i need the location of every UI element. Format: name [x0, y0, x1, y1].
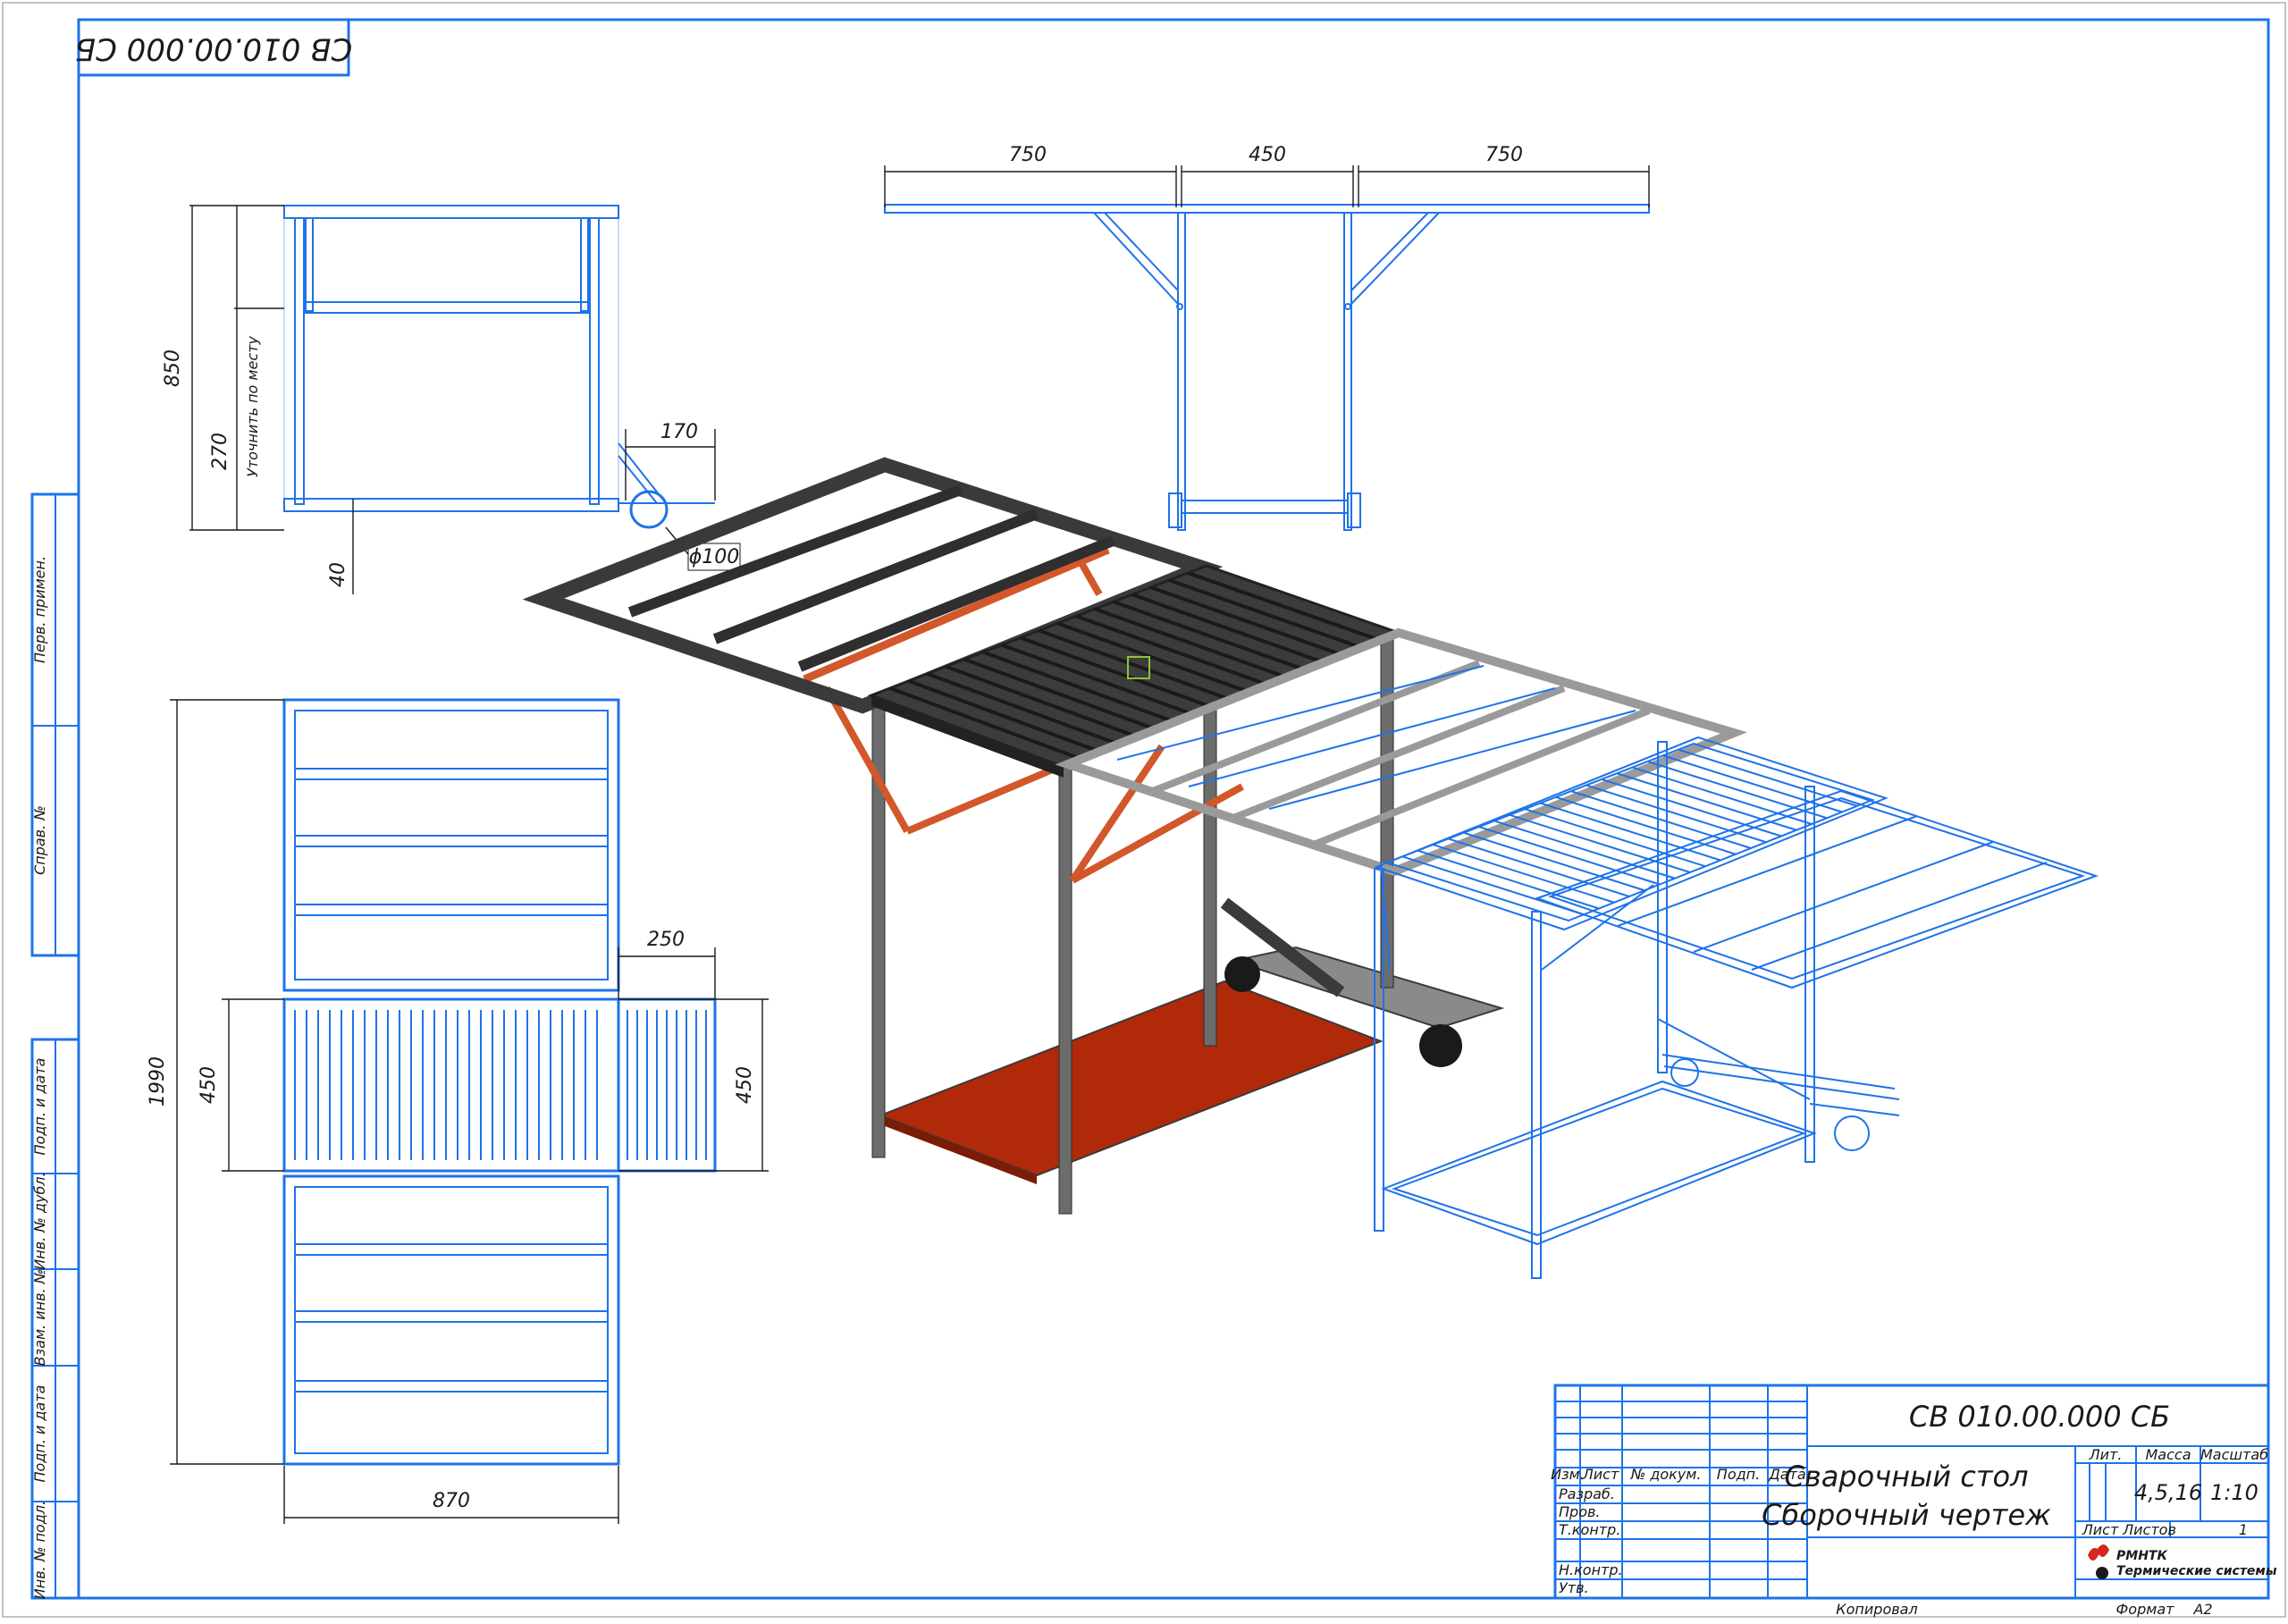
plan-slats [294, 1010, 598, 1160]
front-view-dims: 750 450 750 [884, 144, 1650, 207]
dim-note-place: Уточнить по месту [244, 336, 261, 477]
format-label: Формат [2116, 1601, 2175, 1618]
role-nkontr: Н.контр. [1559, 1561, 1623, 1578]
copied-label: Копировал [1836, 1601, 1917, 1618]
isometric-assembly-shaded [522, 457, 1748, 1215]
top-code-box: СВ 010.00.000 СБ [75, 18, 352, 77]
company-line1: РМНТК [2116, 1549, 2167, 1563]
role-tkontr: Т.контр. [1559, 1521, 1620, 1538]
dim-750-left: 750 [1009, 144, 1047, 166]
role-prov: Пров. [1559, 1503, 1601, 1520]
title-block: СВ 010.00.000 СБ Сварочный стол Сборочны… [1553, 1384, 2277, 1600]
hdr-list: Лист [1582, 1466, 1619, 1483]
scale-value: 1:10 [2210, 1480, 2259, 1505]
title-doc-code: СВ 010.00.000 СБ [1909, 1400, 2170, 1434]
dim-450-plan-right: 450 [734, 1066, 756, 1104]
stamp-podp-data-2: Подп. и дата [31, 1385, 48, 1483]
top-doc-code: СВ 010.00.000 СБ [75, 31, 352, 67]
sheet-label: Лист [2082, 1521, 2119, 1538]
hdr-data: Дата [1768, 1466, 1805, 1483]
format-value: А2 [2192, 1601, 2212, 1618]
title-name-line2: Сборочный чертеж [1762, 1498, 2051, 1532]
dim-170: 170 [660, 421, 698, 443]
stamp-vzam-inv: Взам. инв. № [31, 1269, 48, 1367]
dim-phi100: ϕ100 [689, 546, 740, 568]
drawing-sheet: СВ 010.00.000 СБ Перв. примен. Справ. № … [0, 0, 2288, 1620]
dim-250: 250 [647, 929, 685, 951]
massa-value: 4,5,16 [2134, 1480, 2202, 1505]
lit-label: Лит. [2089, 1446, 2123, 1463]
front-view [884, 204, 1650, 531]
drawing-canvas: СВ 010.00.000 СБ Перв. примен. Справ. № … [2, 2, 2286, 1618]
dim-850: 850 [162, 349, 184, 387]
hdr-docnum: № докум. [1630, 1466, 1702, 1483]
company-line2: Термические системы [2116, 1564, 2277, 1578]
company-logo [2088, 1544, 2109, 1579]
dim-40: 40 [327, 562, 349, 587]
dim-270: 270 [209, 433, 231, 470]
title-name-line1: Сварочный стол [1784, 1460, 2028, 1494]
massa-label: Масса [2145, 1446, 2191, 1463]
stamp-podp-data-1: Подп. и дата [31, 1058, 48, 1156]
hdr-podp: Подп. [1717, 1466, 1760, 1483]
side-view [283, 205, 715, 529]
dim-1990: 1990 [147, 1056, 169, 1107]
dim-870: 870 [433, 1490, 470, 1512]
stamp-inv-dubl: Инв. № дубл. [31, 1172, 48, 1269]
sheets-count: 1 [2239, 1521, 2248, 1538]
side-stamps: Перв. примен. Справ. № Подп. и дата Инв.… [30, 492, 80, 1600]
role-razrab: Разраб. [1559, 1485, 1615, 1502]
drawing-frame [77, 18, 2270, 1600]
dim-450-center: 450 [1249, 144, 1286, 166]
side-view-dims: 850 270 Уточнить по месту 40 170 ϕ100 [162, 205, 741, 594]
dim-450-plan-left: 450 [198, 1066, 220, 1104]
stamp-perv-primen: Перв. примен. [31, 556, 48, 663]
hdr-izm: Изм. [1551, 1466, 1585, 1483]
dim-750-right: 750 [1485, 144, 1523, 166]
sheet-edge [2, 2, 2286, 1618]
isometric-assembly-wireframe [1116, 665, 2099, 1279]
plan-extension-slats [627, 1010, 707, 1160]
role-utv: Утв. [1559, 1579, 1589, 1596]
scale-label: Масштаб [2200, 1446, 2268, 1463]
stamp-inv-podl: Инв. № подл. [31, 1501, 48, 1599]
plan-view [282, 698, 717, 1466]
sheets-label: Листов [2122, 1521, 2176, 1538]
stamp-sprav: Справ. № [31, 805, 48, 875]
